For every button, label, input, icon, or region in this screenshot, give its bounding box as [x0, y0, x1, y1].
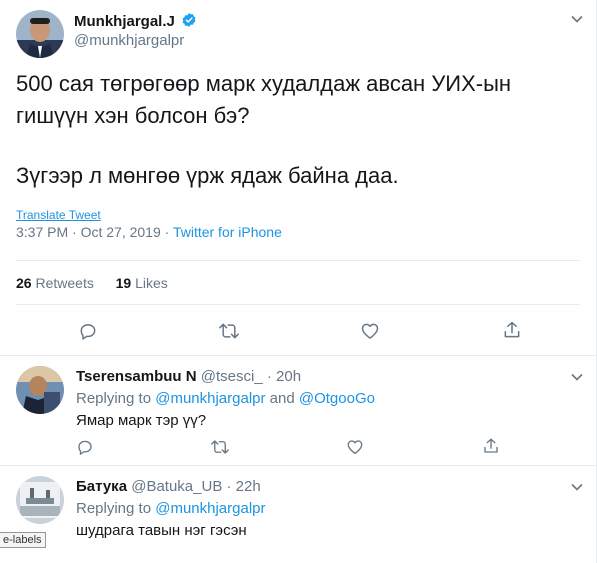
reply-author-name[interactable]: Tserensambuu N	[76, 368, 197, 385]
tweet-stats: 26 Retweets 19 Likes	[16, 275, 168, 291]
replying-to: Replying to @munkhjargalpr and @OtgooGo	[76, 390, 375, 407]
reply-author-handle[interactable]: @tsesci_	[201, 368, 263, 385]
retweets-stat[interactable]: 26 Retweets	[16, 275, 98, 291]
avatar-image	[16, 476, 64, 524]
main-tweet-avatar[interactable]	[16, 10, 64, 58]
reply-tweet[interactable]: Батука @Batuka_UB · 22h Replying to @mun…	[0, 466, 597, 563]
tweet-thread: Munkhjargal.J @munkhjargalpr 500 сая төг…	[0, 0, 597, 563]
mention-link[interactable]: @OtgooGo	[299, 390, 375, 407]
like-icon[interactable]	[360, 321, 380, 346]
replying-to-prefix: Replying to	[76, 390, 156, 407]
tweet-text-line: гишүүн хэн болсон бэ?	[16, 103, 250, 128]
reply-icon[interactable]	[78, 321, 98, 346]
retweets-label: Retweets	[35, 275, 94, 291]
reply-timestamp[interactable]: · 22h	[227, 478, 261, 495]
reply-tweet[interactable]: Tserensambuu N @tsesci_ · 20h Replying t…	[0, 356, 597, 464]
chevron-down-icon[interactable]	[570, 12, 584, 31]
share-icon[interactable]	[482, 437, 500, 460]
avatar-image	[16, 366, 64, 414]
reply-timestamp[interactable]: · 20h	[267, 368, 301, 385]
share-icon[interactable]	[502, 320, 522, 345]
mention-link[interactable]: @munkhjargalpr	[155, 500, 265, 517]
verified-badge-icon	[181, 12, 197, 34]
author-name[interactable]: Munkhjargal.J	[74, 13, 175, 30]
reply-text: шудрага тавын нэг гэсэн	[76, 522, 247, 539]
tweet-metadata: 3:37 PM · Oct 27, 2019 · Twitter for iPh…	[16, 224, 282, 240]
chevron-down-icon[interactable]	[570, 480, 584, 499]
replying-to: Replying to @munkhjargalpr	[76, 500, 266, 517]
avatar-image	[16, 10, 64, 58]
chevron-down-icon[interactable]	[570, 370, 584, 389]
retweets-count: 26	[16, 275, 32, 291]
author-handle[interactable]: @munkhjargalpr	[74, 32, 184, 49]
tooltip: e-labels	[0, 532, 46, 548]
tweet-text-line: 500 сая төгрөгөөр марк худалдаж авсан УИ…	[16, 71, 512, 96]
tweet-text-line: Зүгээр л мөнгөө үрж ядаж байна даа.	[16, 163, 399, 188]
reply-avatar[interactable]	[16, 476, 64, 524]
tweet-text: 500 сая төгрөгөөр марк худалдаж авсан УИ…	[16, 68, 586, 192]
tweet-timestamp[interactable]: 3:37 PM · Oct 27, 2019 ·	[16, 224, 173, 240]
replying-to-prefix: Replying to	[76, 500, 156, 517]
tweet-source[interactable]: Twitter for iPhone	[173, 224, 282, 240]
reply-author-handle[interactable]: @Batuka_UB	[131, 478, 222, 495]
like-icon[interactable]	[346, 438, 364, 461]
reply-author-name[interactable]: Батука	[76, 478, 127, 495]
reply-text: Ямар марк тэр үү?	[76, 412, 207, 429]
retweet-icon[interactable]	[210, 438, 230, 461]
replying-to-and: and	[265, 390, 299, 407]
retweet-icon[interactable]	[218, 321, 240, 346]
reply-avatar[interactable]	[16, 366, 64, 414]
likes-stat[interactable]: 19 Likes	[116, 275, 168, 291]
mention-link[interactable]: @munkhjargalpr	[155, 390, 265, 407]
tooltip-text: e-labels	[3, 534, 42, 546]
likes-count: 19	[115, 275, 132, 291]
divider	[16, 304, 580, 305]
divider	[16, 260, 580, 261]
translate-tweet-link[interactable]: Translate Tweet	[16, 208, 101, 222]
likes-label: Likes	[135, 275, 168, 291]
reply-icon[interactable]	[76, 438, 94, 461]
